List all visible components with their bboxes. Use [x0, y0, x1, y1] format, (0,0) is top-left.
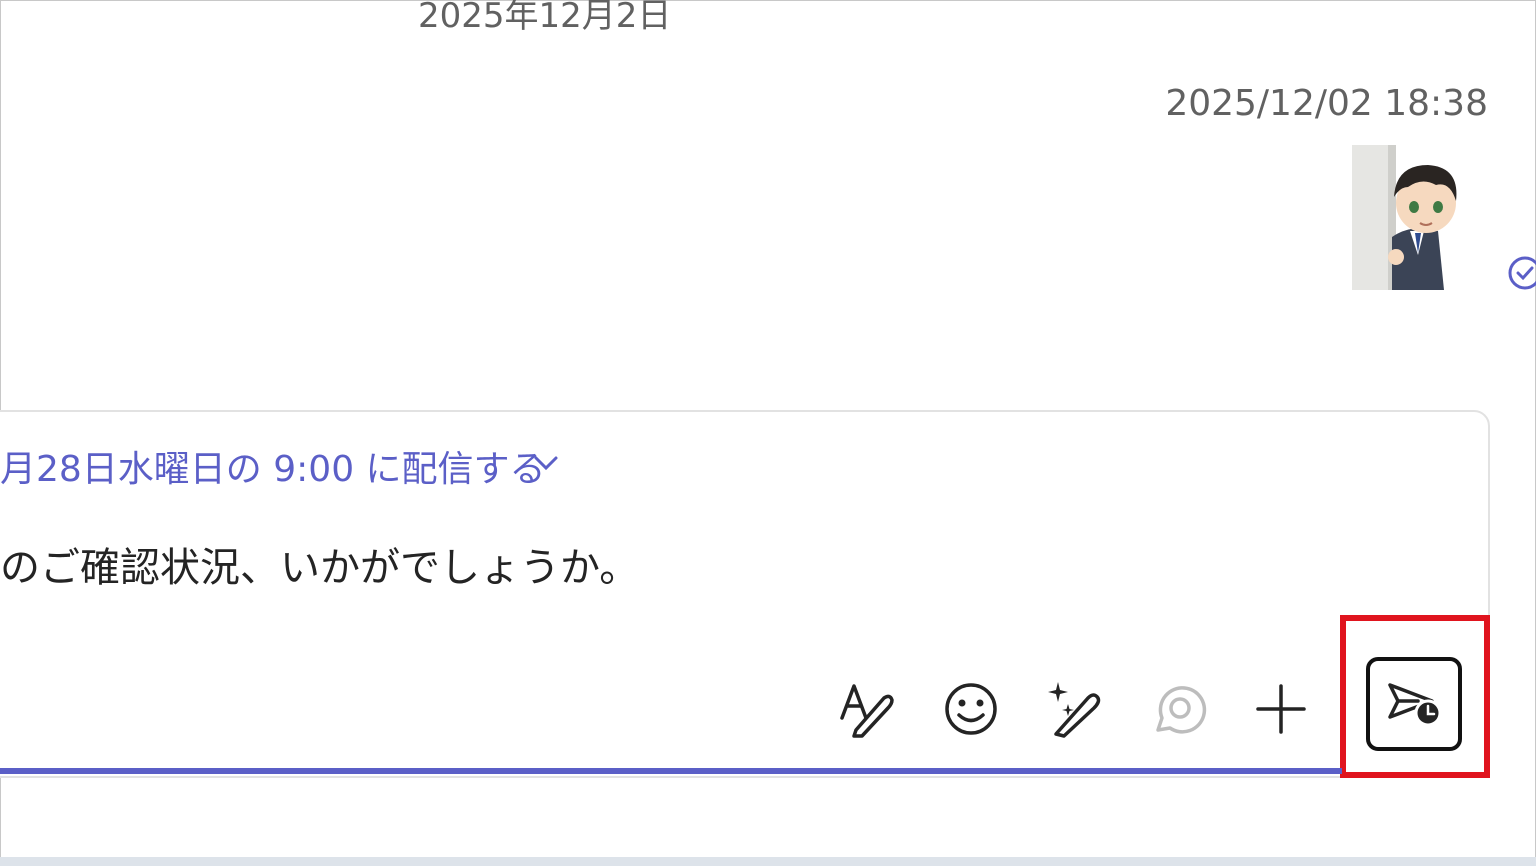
window-bottom-edge	[0, 857, 1536, 866]
date-divider: 2025年12月2日	[418, 0, 672, 36]
message-input[interactable]: のご確認状況、いかがでしょうか。	[0, 535, 639, 593]
schedule-send-button[interactable]	[1366, 657, 1462, 751]
plus-icon[interactable]	[1250, 678, 1312, 740]
compose-focus-underline	[0, 768, 1342, 774]
copilot-rewrite-icon[interactable]	[1044, 678, 1106, 740]
loop-icon	[1148, 678, 1210, 740]
schedule-label[interactable]: 月28日水曜日の 9:00 に配信する	[0, 440, 546, 492]
message-timestamp: 2025/12/02 18:38	[1165, 83, 1488, 124]
check-circle-icon	[1507, 255, 1536, 291]
chevron-down-icon[interactable]	[532, 452, 560, 474]
emoji-icon[interactable]	[940, 678, 1002, 740]
format-icon[interactable]	[836, 678, 898, 740]
schedule-send-icon	[1388, 683, 1442, 727]
businessman-peeking-sticker[interactable]	[1352, 145, 1480, 290]
